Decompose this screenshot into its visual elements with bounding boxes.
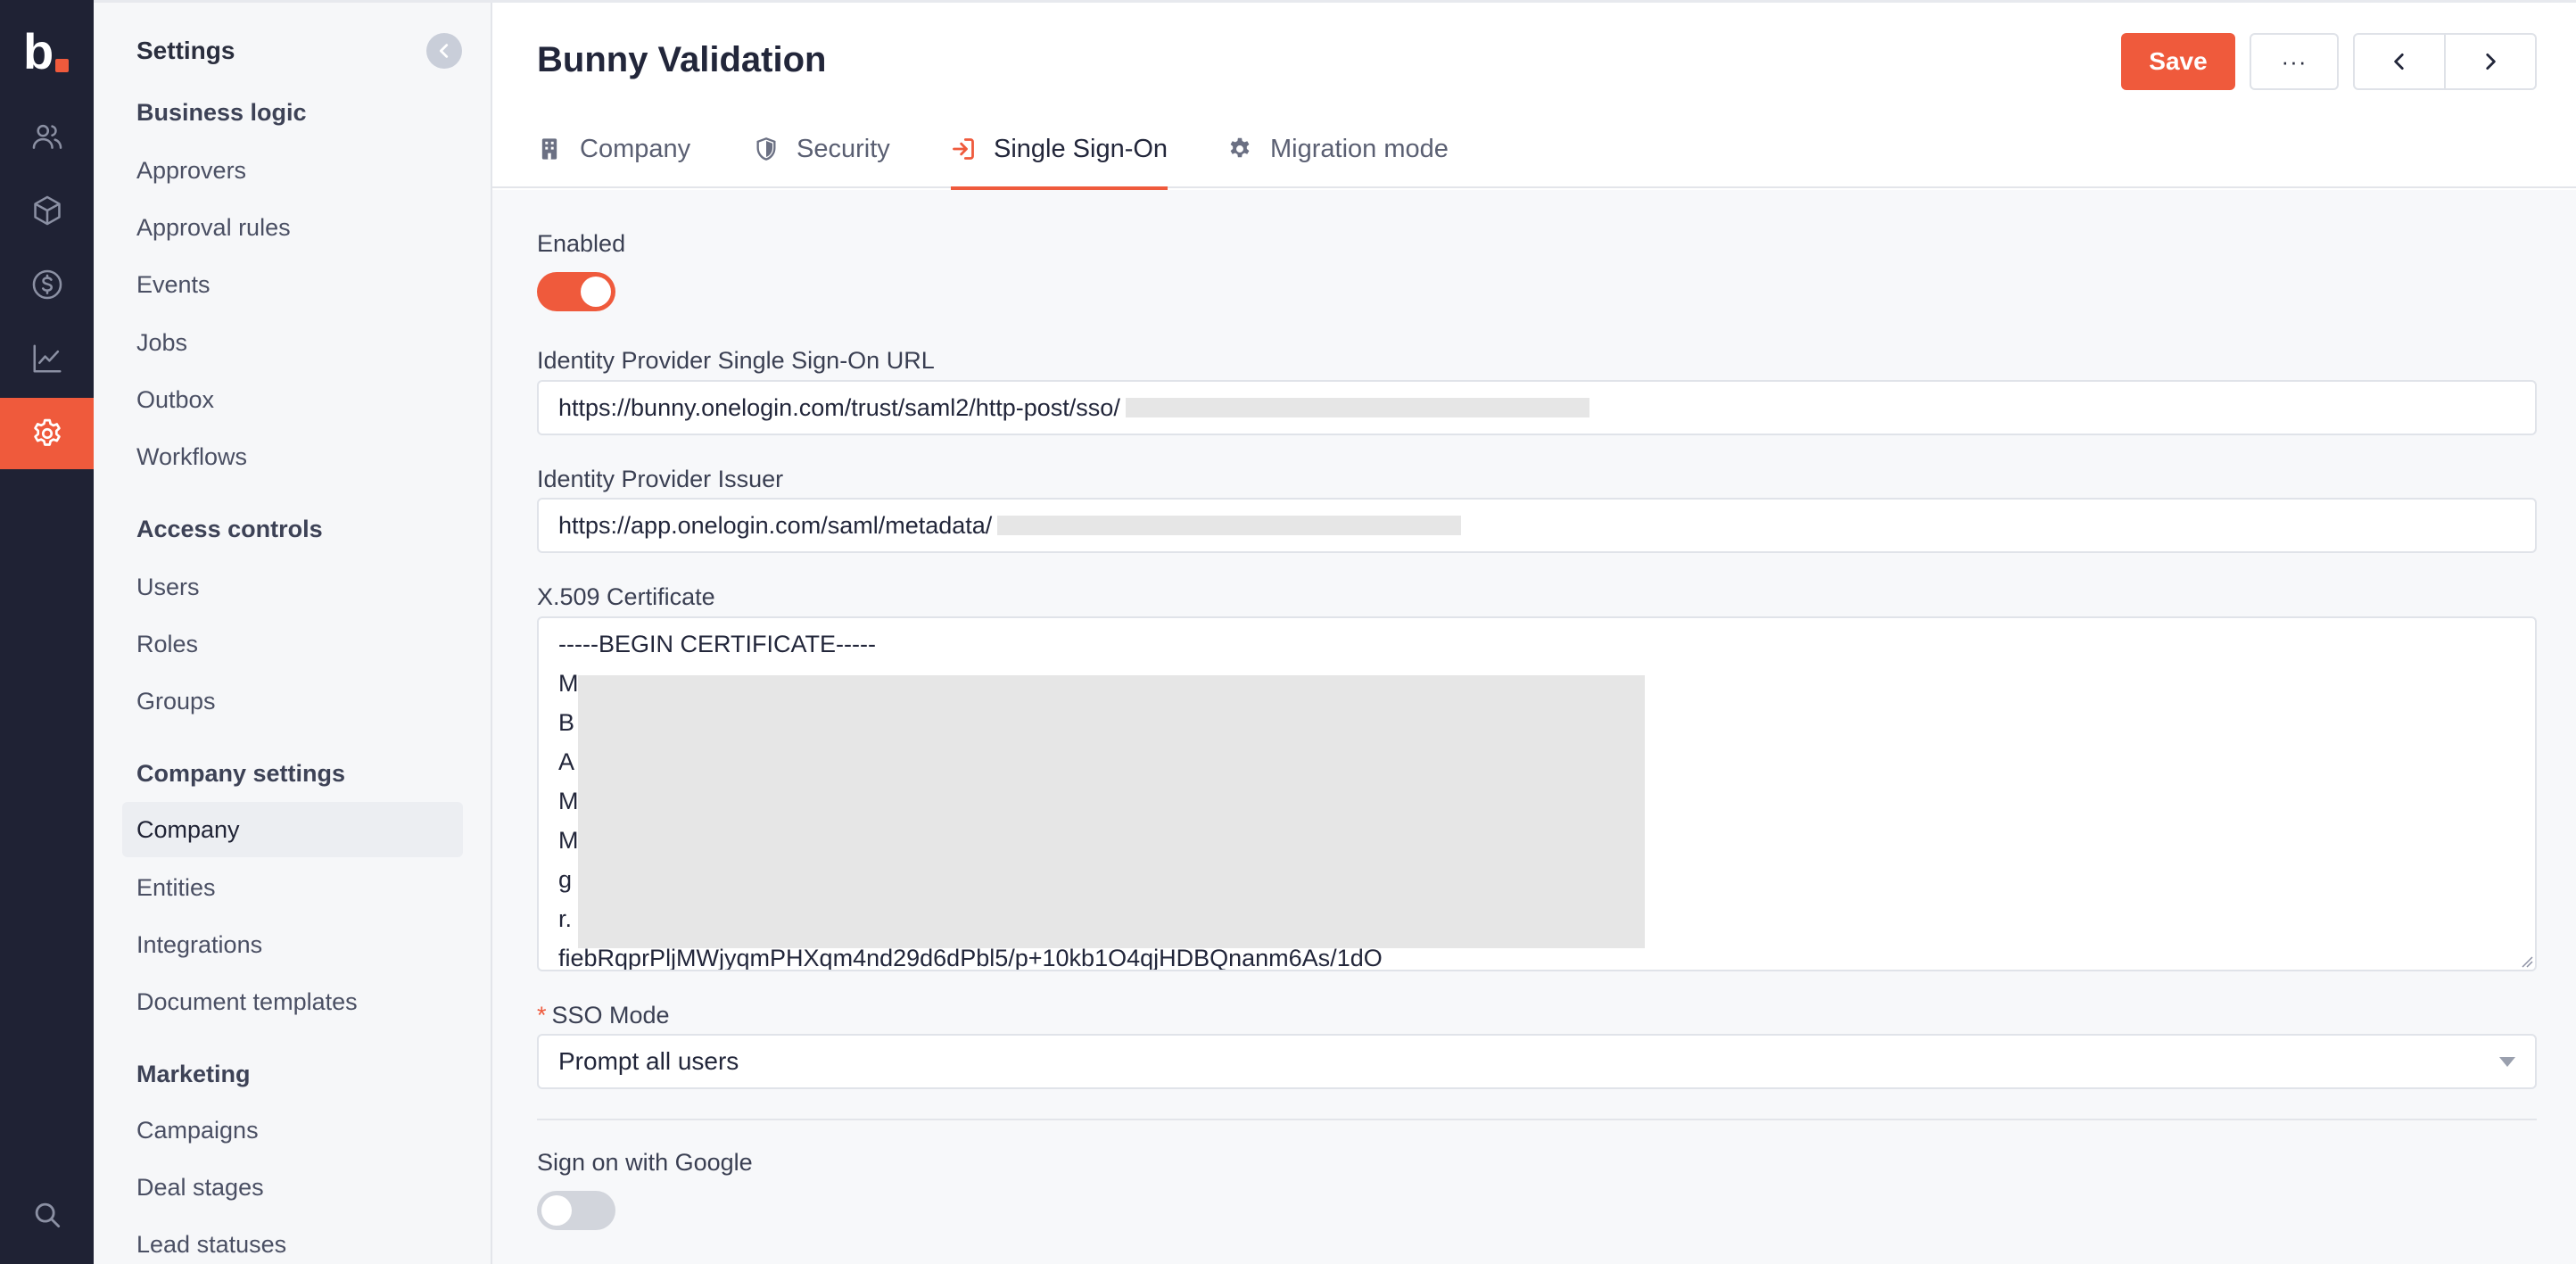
settings-sidebar: Settings Business logic Approvers Approv…	[94, 3, 492, 1264]
chevron-left-icon	[439, 44, 449, 58]
sidebar-item-document-templates[interactable]: Document templates	[122, 974, 463, 1029]
sidebar-item-approvers[interactable]: Approvers	[122, 143, 463, 198]
cert-line: B	[558, 709, 575, 736]
tab-security[interactable]: Security	[754, 110, 890, 188]
google-signon-label: Sign on with Google	[537, 1149, 753, 1176]
cert-line: M	[558, 670, 579, 697]
shield-icon	[756, 137, 776, 161]
sso-mode-value: Prompt all users	[558, 1047, 739, 1075]
issuer-input[interactable]: https://app.onelogin.com/saml/metadata/	[537, 498, 2537, 553]
redacted-block	[578, 675, 1645, 948]
main-panel: Bunny Validation Save ··· Company Securi…	[492, 3, 2576, 1264]
sso-mode-label-text: SSO Mode	[551, 1002, 670, 1029]
app-rail: b	[0, 0, 94, 1264]
section-divider	[537, 1119, 2537, 1120]
redacted-block	[997, 516, 1462, 535]
sso-url-input[interactable]: https://bunny.onelogin.com/trust/saml2/h…	[537, 380, 2537, 435]
sidebar-item-workflows[interactable]: Workflows	[122, 429, 463, 484]
sidebar-item-events[interactable]: Events	[122, 257, 463, 312]
issuer-label: Identity Provider Issuer	[537, 466, 784, 492]
sidebar-item-roles[interactable]: Roles	[122, 616, 463, 672]
certificate-textarea[interactable]: -----BEGIN CERTIFICATE----- M B A M M g …	[537, 616, 2537, 971]
cert-line: r.	[558, 905, 573, 932]
collapse-sidebar-button[interactable]	[426, 33, 462, 69]
sidebar-item-users[interactable]: Users	[122, 559, 463, 615]
sidebar-item-integrations[interactable]: Integrations	[122, 917, 463, 972]
cert-line: -----BEGIN CERTIFICATE-----	[558, 631, 876, 657]
sidebar-item-outbox[interactable]: Outbox	[122, 372, 463, 427]
building-icon	[541, 138, 557, 160]
rail-reports[interactable]	[0, 323, 94, 394]
chevron-left-icon	[2394, 54, 2404, 70]
section-business-logic: Business logic	[136, 99, 307, 126]
save-button[interactable]: Save	[2121, 33, 2235, 90]
cert-line: M	[558, 788, 579, 814]
toggle-knob	[581, 277, 611, 307]
app-logo[interactable]: b	[23, 27, 69, 77]
section-marketing: Marketing	[136, 1061, 251, 1087]
search-icon	[35, 1202, 60, 1228]
sidebar-item-lead-statuses[interactable]: Lead statuses	[122, 1217, 463, 1264]
logo-letter: b	[23, 23, 54, 79]
cert-line: M	[558, 827, 579, 854]
tab-label: Migration mode	[1270, 134, 1449, 163]
section-access-controls: Access controls	[136, 516, 323, 542]
cert-line: A	[558, 748, 575, 775]
next-record-button[interactable]	[2444, 35, 2535, 88]
cube-icon	[33, 195, 61, 226]
sso-url-label: Identity Provider Single Sign-On URL	[537, 347, 935, 374]
tab-label: Single Sign-On	[994, 134, 1168, 163]
sso-form: Enabled Identity Provider Single Sign-On…	[492, 190, 2576, 1264]
chart-line-icon	[32, 344, 62, 373]
sidebar-item-campaigns[interactable]: Campaigns	[122, 1103, 463, 1158]
rail-products[interactable]	[0, 175, 94, 246]
rail-settings[interactable]	[0, 398, 94, 469]
sign-in-icon	[953, 138, 974, 160]
people-icon	[32, 124, 62, 149]
sso-url-value: https://bunny.onelogin.com/trust/saml2/h…	[558, 393, 1120, 421]
tab-migration-mode[interactable]: Migration mode	[1227, 110, 1449, 188]
previous-record-button[interactable]	[2355, 35, 2444, 88]
sidebar-item-groups[interactable]: Groups	[122, 673, 463, 729]
page-title: Bunny Validation	[537, 40, 827, 79]
required-mark: *	[537, 1002, 547, 1029]
toggle-knob	[541, 1195, 572, 1226]
chevron-right-icon	[2486, 54, 2496, 70]
record-navigation	[2353, 33, 2537, 90]
rail-search[interactable]	[0, 1179, 94, 1251]
sso-mode-select[interactable]: Prompt all users	[537, 1034, 2537, 1089]
tab-bar: Company Security Single Sign-On Migratio…	[492, 110, 2576, 190]
sidebar-item-deal-stages[interactable]: Deal stages	[122, 1160, 463, 1215]
issuer-value: https://app.onelogin.com/saml/metadata/	[558, 511, 993, 539]
sidebar-item-entities[interactable]: Entities	[122, 860, 463, 915]
enabled-label: Enabled	[537, 230, 626, 257]
chevron-down-icon	[2499, 1057, 2515, 1067]
enabled-toggle[interactable]	[537, 272, 615, 311]
sso-mode-label: * SSO Mode	[537, 1002, 670, 1029]
dollar-circle-icon	[32, 269, 62, 300]
tab-label: Company	[580, 134, 691, 163]
logo-dot	[55, 59, 69, 72]
redacted-block	[1125, 398, 1589, 417]
rail-billing[interactable]	[0, 249, 94, 320]
sidebar-item-company[interactable]: Company	[122, 802, 463, 857]
cert-line: g	[558, 866, 573, 893]
google-signon-toggle[interactable]	[537, 1191, 615, 1230]
gear-icon	[1230, 137, 1250, 158]
sidebar-item-jobs[interactable]: Jobs	[122, 315, 463, 370]
rail-people[interactable]	[0, 101, 94, 172]
tab-company[interactable]: Company	[537, 110, 690, 188]
certificate-label: X.509 Certificate	[537, 583, 715, 610]
tab-single-sign-on[interactable]: Single Sign-On	[951, 110, 1168, 190]
section-company-settings: Company settings	[136, 760, 346, 787]
more-options-button[interactable]: ···	[2250, 33, 2339, 90]
tab-label: Security	[797, 134, 890, 163]
resize-handle-icon[interactable]	[2517, 952, 2533, 968]
settings-gear-icon	[33, 418, 61, 446]
sidebar-title: Settings	[136, 37, 235, 64]
sidebar-item-approval-rules[interactable]: Approval rules	[122, 200, 463, 255]
